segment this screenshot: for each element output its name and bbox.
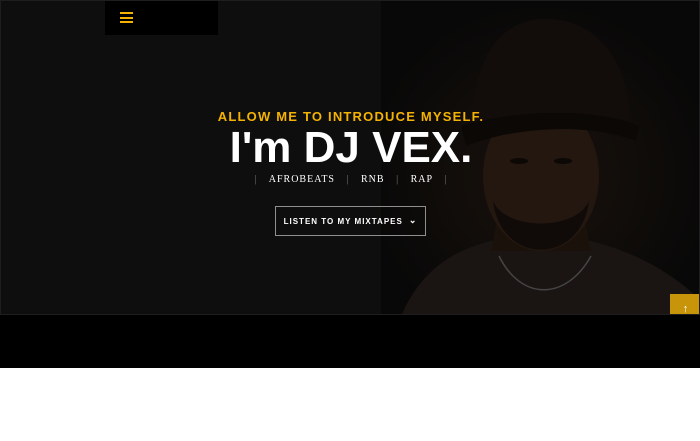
page-title: I'm DJ VEX. <box>229 123 473 172</box>
black-band <box>0 315 700 368</box>
cta-label: LISTEN TO MY MIXTAPES <box>283 216 403 226</box>
genre-list: | AFROBEATS | RNB | RAP | <box>1 174 699 185</box>
listen-mixtapes-button[interactable]: LISTEN TO MY MIXTAPES ⌄ <box>275 206 426 236</box>
menu-box <box>105 1 218 35</box>
genre-afrobeats[interactable]: AFROBEATS <box>269 174 335 185</box>
arrow-up-icon: ↑ <box>682 303 689 315</box>
chevron-down-icon: ⌄ <box>408 214 418 225</box>
content-area <box>0 368 700 441</box>
genre-separator: | <box>396 174 400 185</box>
hamburger-icon[interactable] <box>120 12 133 23</box>
genre-rnb[interactable]: RNB <box>361 174 385 185</box>
intro-tagline: ALLOW ME TO INTRODUCE MYSELF. <box>217 109 485 124</box>
genre-separator: | <box>444 174 448 185</box>
hero-section: ALLOW ME TO INTRODUCE MYSELF. I'm DJ VEX… <box>0 0 700 315</box>
genre-separator: | <box>254 174 258 185</box>
genre-separator: | <box>346 174 350 185</box>
scroll-to-top-button[interactable]: ↑ <box>670 294 699 315</box>
genre-rap[interactable]: RAP <box>411 174 433 185</box>
